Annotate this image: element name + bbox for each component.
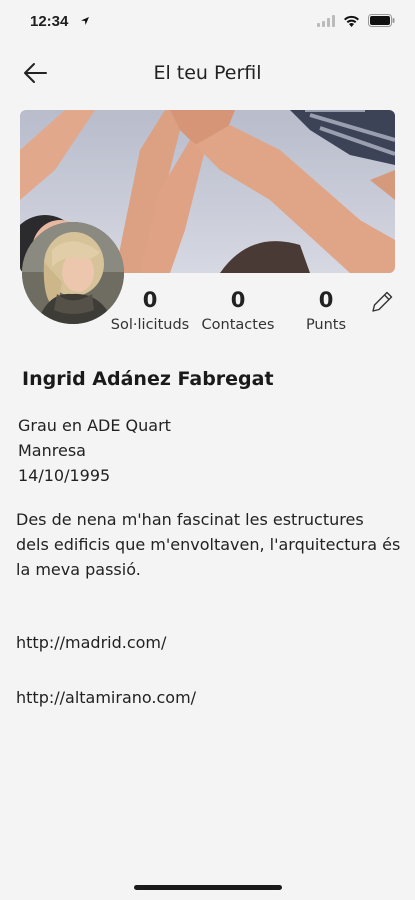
profile-bio: Des de nena m'han fascinat les estructur… — [16, 510, 401, 579]
stat-contacts[interactable]: 0 Contactes — [194, 286, 282, 333]
page-title: El teu Perfil — [153, 62, 262, 84]
stat-requests[interactable]: 0 Sol·licituds — [106, 286, 194, 333]
wifi-icon — [344, 15, 359, 27]
profile-link-2[interactable]: http://altamirano.com/ — [16, 688, 196, 707]
stat-label: Sol·licituds — [110, 317, 190, 333]
pencil-icon[interactable] — [368, 288, 396, 316]
status-indicators — [317, 14, 395, 27]
stat-value: 0 — [318, 288, 334, 312]
status-time: 12:34 — [30, 13, 69, 30]
cellular-signal-icon — [317, 14, 335, 27]
location-arrow-icon — [81, 17, 89, 25]
stat-label: Contactes — [201, 317, 275, 333]
status-bar: 12:34 — [0, 0, 415, 44]
home-indicator — [134, 885, 282, 890]
profile-link-1[interactable]: http://madrid.com/ — [16, 633, 166, 652]
stat-points[interactable]: 0 Punts — [282, 286, 370, 333]
profile-city: Manresa — [18, 441, 86, 460]
stat-value: 0 — [142, 288, 158, 312]
stat-value: 0 — [230, 288, 246, 312]
profile-stats: 0 Sol·licituds 0 Contactes 0 Punts — [106, 286, 370, 333]
nav-header: El teu Perfil — [0, 50, 415, 96]
profile-name: Ingrid Adánez Fabregat — [22, 368, 274, 390]
battery-icon — [368, 14, 395, 27]
stat-label: Punts — [305, 317, 347, 333]
profile-study: Grau en ADE Quart — [18, 416, 171, 435]
profile-info: Grau en ADE Quart Manresa 14/10/1995 — [18, 413, 171, 488]
profile-birthdate: 14/10/1995 — [18, 466, 111, 485]
